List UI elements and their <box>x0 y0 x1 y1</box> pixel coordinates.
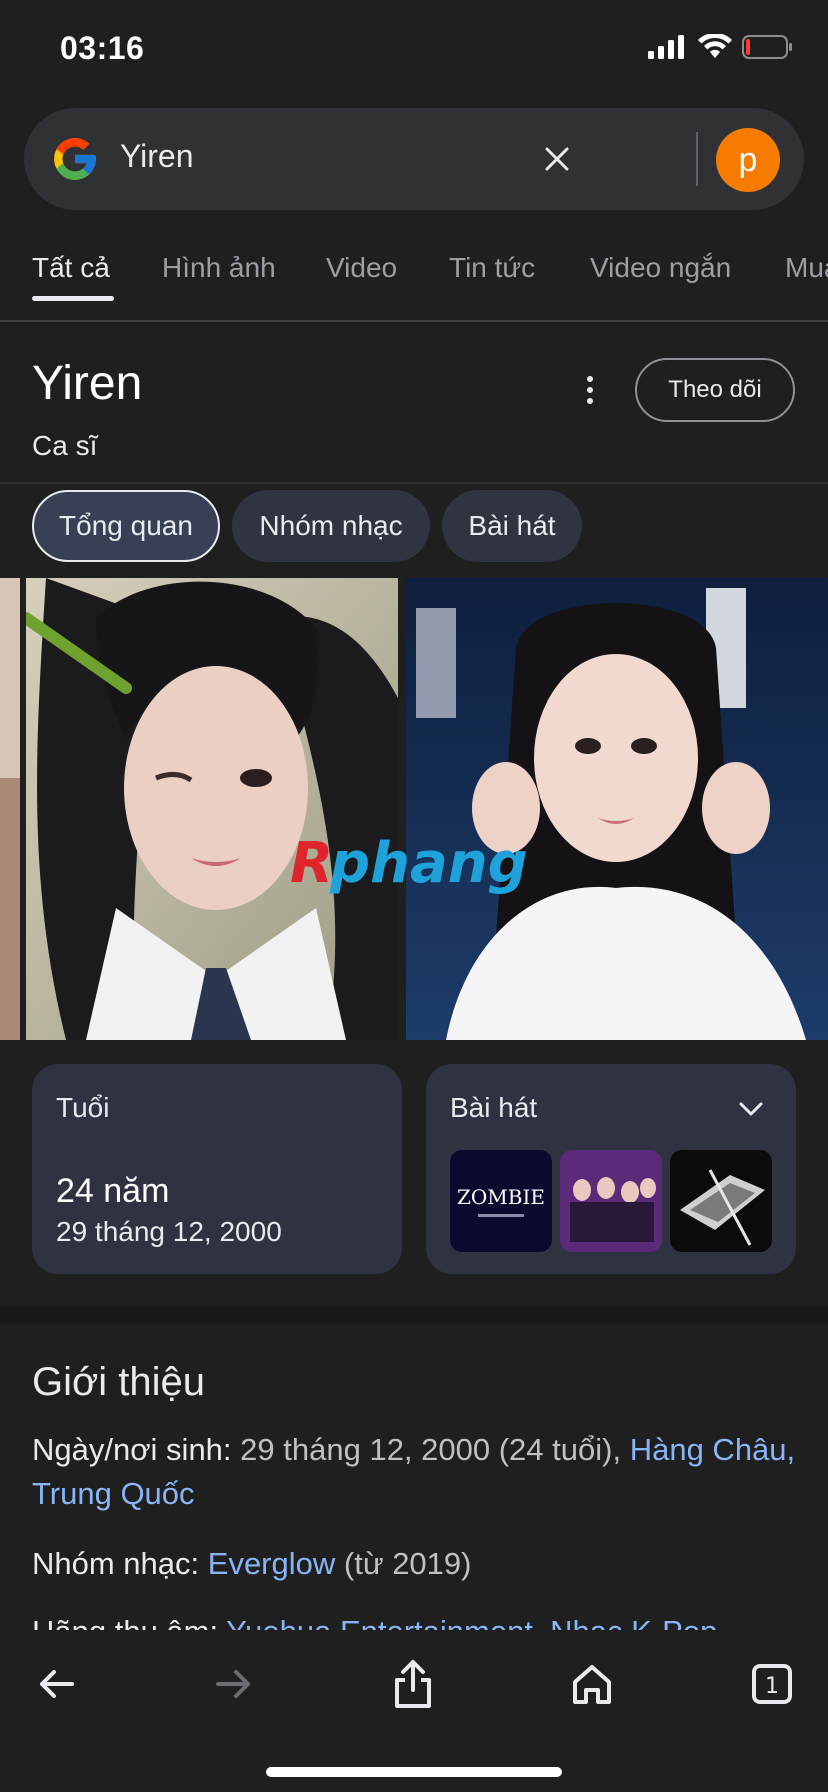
status-time: 03:16 <box>60 30 145 66</box>
image-tile-2[interactable] <box>406 578 828 1040</box>
chip-music-group[interactable]: Nhóm nhạc <box>232 490 430 562</box>
section-separator <box>0 1306 828 1324</box>
search-bar[interactable]: Yiren p <box>24 108 804 210</box>
divider <box>0 482 828 484</box>
svg-text:phang: phang <box>329 831 528 896</box>
entity-subtitle: Ca sĩ <box>32 430 98 461</box>
birth-label: Ngày/nơi sinh: <box>32 1432 232 1467</box>
svg-text:R: R <box>290 831 333 896</box>
about-title: Giới thiệu <box>32 1360 205 1404</box>
home-indicator <box>266 1767 562 1777</box>
chip-songs[interactable]: Bài hát <box>442 490 582 562</box>
google-logo-icon <box>54 138 96 180</box>
share-button[interactable] <box>383 1654 443 1714</box>
search-divider <box>696 132 698 186</box>
forward-button[interactable] <box>204 1654 264 1714</box>
tab-all[interactable]: Tất cả <box>32 252 110 284</box>
image-carousel[interactable]: R phang <box>0 578 828 1040</box>
tab-shopping[interactable]: Mua sắm <box>785 252 828 284</box>
account-avatar[interactable]: p <box>716 128 780 192</box>
about-birth-row: Ngày/nơi sinh: 29 tháng 12, 2000 (24 tuổ… <box>32 1428 802 1516</box>
age-value: 24 năm <box>56 1172 170 1210</box>
songs-card[interactable]: Bài hát ZOMBIE <box>426 1064 796 1274</box>
share-icon <box>395 1660 431 1708</box>
song-thumbnail-2[interactable] <box>560 1150 662 1252</box>
tab-short-videos[interactable]: Video ngắn <box>590 252 731 284</box>
back-button[interactable] <box>26 1654 86 1714</box>
search-tabs: Tất cả Hình ảnh Video Tin tức Video ngắn… <box>0 240 828 322</box>
image-tile-partial[interactable] <box>0 578 20 1040</box>
active-tab-indicator <box>32 296 114 301</box>
cellular-signal-icon <box>648 35 684 59</box>
about-group-row: Nhóm nhạc: Everglow (từ 2019) <box>32 1542 802 1586</box>
status-bar: 03:16 <box>0 0 828 100</box>
tabs-count: 1 <box>765 1674 779 1699</box>
tab-images[interactable]: Hình ảnh <box>162 252 276 284</box>
wifi-icon <box>698 34 732 58</box>
clear-search-button[interactable] <box>532 134 582 184</box>
group-link[interactable]: Everglow <box>208 1546 336 1581</box>
group-label: Nhóm nhạc: <box>32 1546 200 1581</box>
birth-value: 29 tháng 12, 2000 (24 tuổi), <box>240 1432 622 1467</box>
birth-date: 29 tháng 12, 2000 <box>56 1216 282 1247</box>
song-thumbnail-1[interactable]: ZOMBIE <box>450 1150 552 1252</box>
song-thumbnail-1-text: ZOMBIE <box>457 1185 545 1209</box>
watermark-logo: R phang <box>290 831 528 896</box>
tab-news[interactable]: Tin tức <box>449 252 535 284</box>
status-icons <box>648 34 794 60</box>
tabs-button[interactable]: 1 <box>742 1654 802 1714</box>
more-vert-icon <box>587 376 593 382</box>
arrow-forward-icon <box>216 1670 250 1698</box>
age-card[interactable]: Tuổi 24 năm 29 tháng 12, 2000 <box>32 1064 402 1274</box>
close-icon <box>545 147 569 171</box>
home-icon <box>573 1665 611 1704</box>
tab-video[interactable]: Video <box>326 252 397 284</box>
browser-toolbar: 1 <box>0 1630 828 1792</box>
entity-title: Yiren <box>32 357 143 410</box>
songs-card-title: Bài hát <box>450 1092 538 1123</box>
search-input[interactable]: Yiren <box>120 138 194 175</box>
image-tile-1[interactable] <box>26 578 398 1040</box>
more-options-button[interactable] <box>570 368 610 412</box>
battery-icon <box>742 35 792 59</box>
arrow-back-icon <box>40 1670 74 1698</box>
follow-button[interactable]: Theo dõi <box>635 358 795 422</box>
song-thumbnail-3[interactable] <box>670 1150 772 1252</box>
group-since: (từ 2019) <box>343 1546 472 1581</box>
home-button[interactable] <box>562 1654 622 1714</box>
age-card-title: Tuổi <box>56 1092 110 1123</box>
chip-overview[interactable]: Tổng quan <box>32 490 220 562</box>
tabs-count-icon: 1 <box>752 1664 792 1704</box>
chevron-down-icon[interactable] <box>736 1094 766 1124</box>
